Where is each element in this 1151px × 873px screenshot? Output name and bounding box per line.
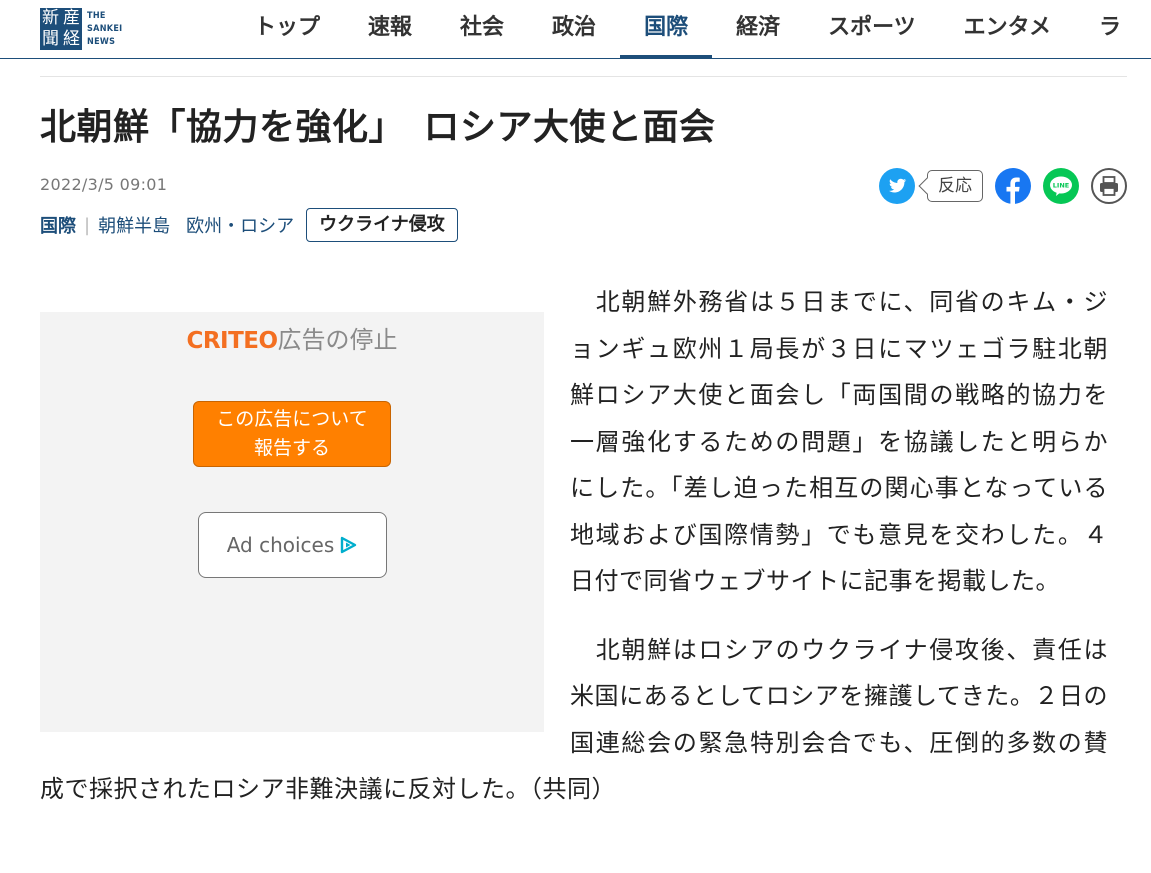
publish-date: 2022/3/5 09:01 <box>40 175 168 194</box>
logo-text: THE SANKEI NEWS <box>87 10 123 47</box>
print-icon[interactable] <box>1091 168 1127 204</box>
line-icon[interactable]: LINE <box>1043 168 1079 204</box>
tag-separator: | <box>84 214 91 236</box>
article-body: 北朝鮮外務省は５日までに、同省のキム・ジョンギュ欧州１局長が３日にマツェゴラ駐北… <box>40 279 1108 835</box>
nav-item-economy[interactable]: 経済 <box>712 0 804 58</box>
nav-item-international[interactable]: 国際 <box>620 0 713 58</box>
nav-item-breaking[interactable]: 速報 <box>344 0 436 58</box>
tag-link-korean-peninsula[interactable]: 朝鮮半島 <box>98 212 170 238</box>
twitter-icon[interactable] <box>879 168 915 204</box>
main-nav: トップ 速報 社会 政治 国際 経済 スポーツ エンタメ ラ <box>230 0 1145 58</box>
article-tags: 国際 | 朝鮮半島 欧州・ロシア ウクライナ侵攻 <box>40 207 458 243</box>
divider <box>40 76 1127 77</box>
share-bar: 反応 LINE <box>879 168 1127 204</box>
tag-link-europe-russia[interactable]: 欧州・ロシア <box>186 212 294 238</box>
logo-mark: 新 産 聞 経 <box>40 8 82 50</box>
nav-item-society[interactable]: 社会 <box>436 0 528 58</box>
reaction-button[interactable]: 反応 <box>927 170 983 202</box>
site-header: 新 産 聞 経 THE SANKEI NEWS トップ 速報 社会 政治 国際 … <box>0 0 1151 59</box>
facebook-icon[interactable] <box>995 168 1031 204</box>
article-title: 北朝鮮「協力を強化」 ロシア大使と面会 <box>40 107 716 148</box>
featured-tag-ukraine[interactable]: ウクライナ侵攻 <box>306 208 458 242</box>
nav-item-sports[interactable]: スポーツ <box>804 0 940 58</box>
line-icon-label: LINE <box>1053 182 1069 190</box>
nav-item-entertainment[interactable]: エンタメ <box>940 0 1075 58</box>
nav-item-more[interactable]: ラ <box>1075 0 1145 58</box>
category-link[interactable]: 国際 <box>40 212 76 238</box>
sankei-logo[interactable]: 新 産 聞 経 THE SANKEI NEWS <box>40 7 123 51</box>
nav-item-top[interactable]: トップ <box>230 0 344 58</box>
nav-item-politics[interactable]: 政治 <box>528 0 620 58</box>
